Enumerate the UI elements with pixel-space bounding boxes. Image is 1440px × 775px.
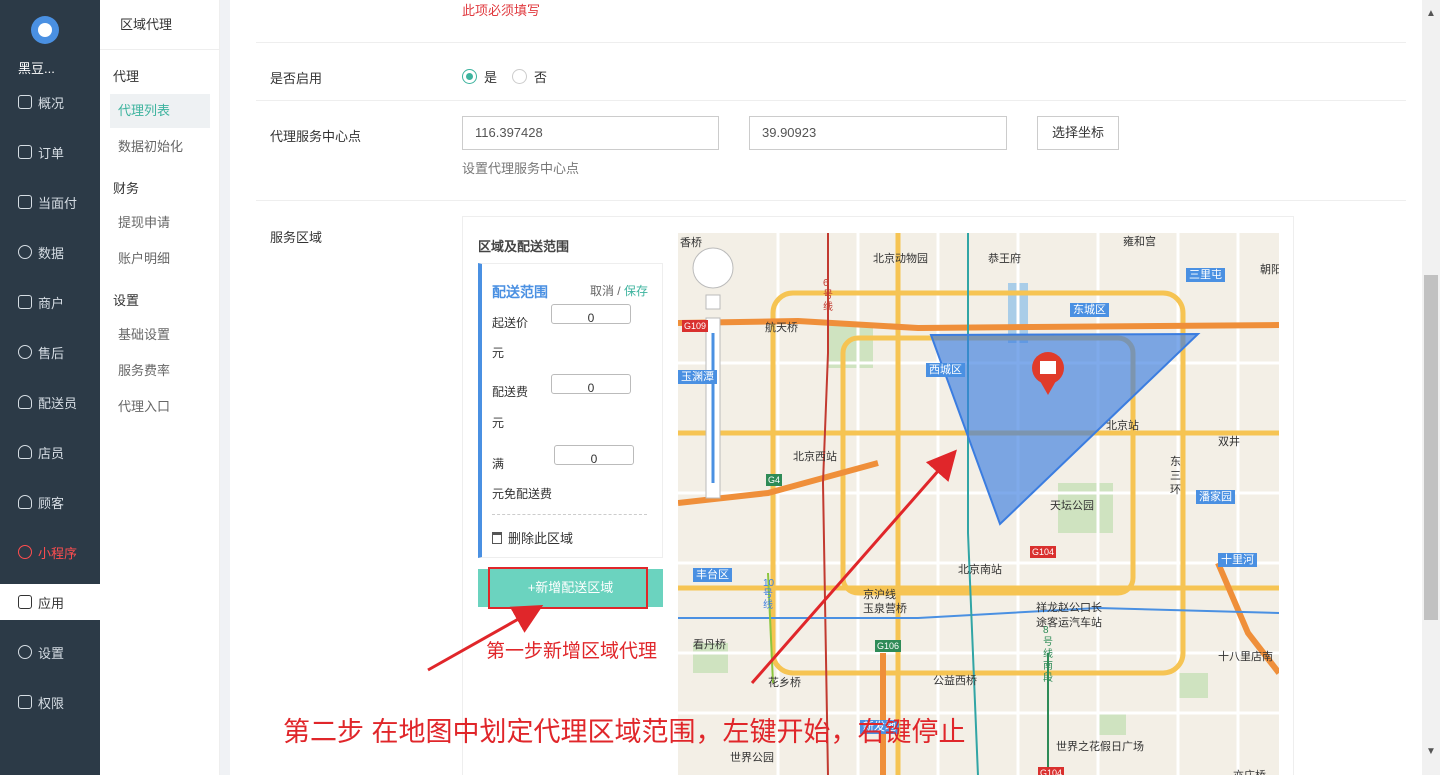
annotation-arrows	[427, 449, 957, 684]
step2-annotation: 第二步 在地图中划定代理区域范围，左键开始，右键停止	[283, 717, 966, 747]
scrollbar-thumb[interactable]	[1424, 275, 1438, 620]
scroll-down-icon[interactable]: ▼	[1426, 746, 1436, 757]
scroll-up-icon[interactable]: ▲	[1426, 8, 1436, 19]
page-scrollbar[interactable]: ▲ ▼	[1422, 0, 1440, 775]
step1-annotation: 第一步新增区域代理	[486, 641, 658, 662]
